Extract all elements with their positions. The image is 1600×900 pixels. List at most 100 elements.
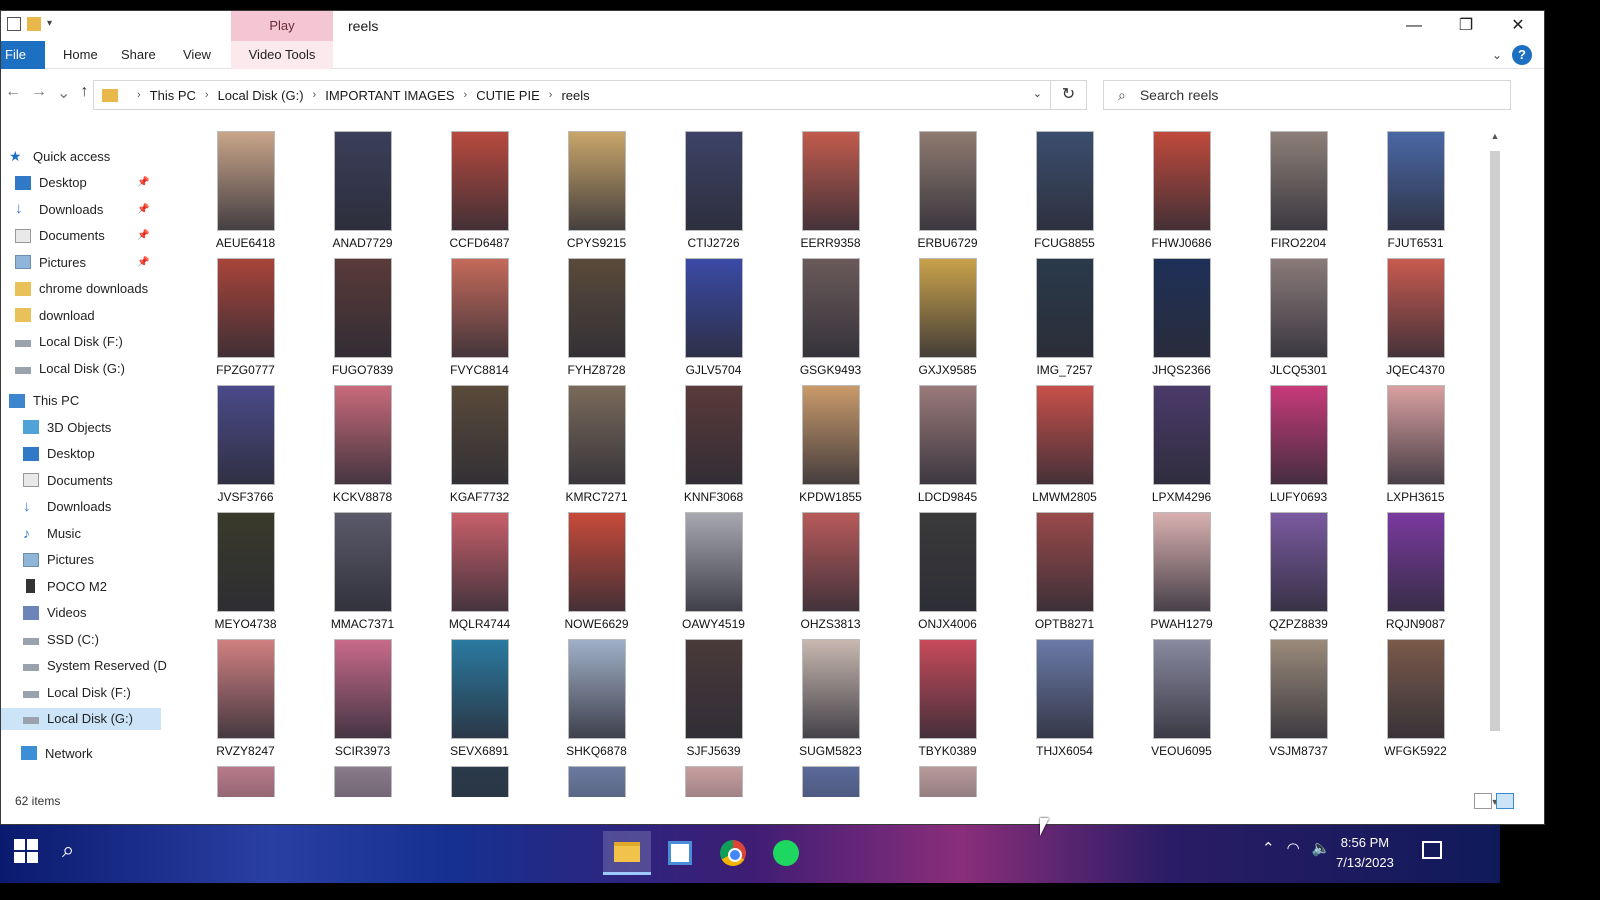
breadcrumb-local-disk-g[interactable]: Local Disk (G:): [218, 88, 304, 103]
address-dropdown-icon[interactable]: ⌄: [1033, 87, 1042, 100]
file-item[interactable]: FVYC8814: [421, 254, 538, 381]
video-thumbnail[interactable]: [1386, 385, 1445, 485]
volume-icon[interactable]: 🔈: [1312, 839, 1331, 857]
nav-item-local-disk-g[interactable]: Local Disk (G:): [1, 707, 161, 730]
video-thumbnail[interactable]: [918, 131, 977, 231]
video-thumbnail[interactable]: [918, 512, 977, 612]
file-item[interactable]: SEVX6891: [421, 635, 538, 762]
file-item[interactable]: LXPH3615: [1357, 381, 1474, 508]
nav-item-pictures[interactable]: Pictures: [1, 549, 94, 571]
file-item[interactable]: MMAC7371: [304, 508, 421, 635]
file-item[interactable]: CPYS9215: [538, 127, 655, 254]
nav-item-system-reserved-d[interactable]: System Reserved (D: [1, 655, 167, 677]
file-item[interactable]: FPZG0777: [187, 254, 304, 381]
file-item[interactable]: ONJX4006: [889, 508, 1006, 635]
tab-share[interactable]: Share: [109, 41, 168, 69]
file-item[interactable]: OPTB8271: [1006, 508, 1123, 635]
video-thumbnail[interactable]: [450, 258, 509, 358]
show-hidden-icons-icon[interactable]: ⌃: [1262, 839, 1275, 857]
video-thumbnail[interactable]: [801, 258, 860, 358]
video-thumbnail[interactable]: [684, 512, 743, 612]
file-item[interactable]: KCKV8878: [304, 381, 421, 508]
video-thumbnail[interactable]: [216, 639, 275, 739]
video-thumbnail[interactable]: [918, 385, 977, 485]
forward-arrow-icon[interactable]: →: [31, 83, 47, 103]
nav-item-download[interactable]: download: [1, 304, 95, 326]
file-item[interactable]: LPXM4296: [1123, 381, 1240, 508]
up-arrow-icon[interactable]: ↑: [80, 83, 88, 103]
file-item[interactable]: SCIR3973: [304, 635, 421, 762]
nav-item-chrome-downloads[interactable]: chrome downloads: [1, 278, 148, 300]
video-thumbnail[interactable]: [801, 512, 860, 612]
nav-item-poco-m2[interactable]: POCO M2: [1, 575, 107, 597]
video-thumbnail[interactable]: [567, 258, 626, 358]
nav-item-desktop[interactable]: Desktop 📌: [1, 172, 149, 194]
large-icons-view-icon[interactable]: [1496, 793, 1514, 809]
file-item[interactable]: RQJN9087: [1357, 508, 1474, 635]
video-thumbnail[interactable]: [216, 385, 275, 485]
video-thumbnail[interactable]: [918, 639, 977, 739]
video-thumbnail[interactable]: [450, 131, 509, 231]
video-thumbnail[interactable]: [450, 385, 509, 485]
file-item[interactable]: SUGM5823: [772, 635, 889, 762]
video-thumbnail[interactable]: [333, 258, 392, 358]
video-thumbnail[interactable]: [1269, 512, 1328, 612]
video-thumbnail[interactable]: [1035, 639, 1094, 739]
properties-icon[interactable]: [7, 17, 21, 31]
file-item[interactable]: AEUE6418: [187, 127, 304, 254]
video-thumbnail[interactable]: [333, 131, 392, 231]
file-item[interactable]: LUFY0693: [1240, 381, 1357, 508]
video-thumbnail[interactable]: [1152, 258, 1211, 358]
video-thumbnail[interactable]: [567, 639, 626, 739]
file-item[interactable]: GJLV5704: [655, 254, 772, 381]
file-item[interactable]: JHQS2366: [1123, 254, 1240, 381]
file-item[interactable]: FCUG8855: [1006, 127, 1123, 254]
nav-item-music[interactable]: ♪ Music: [1, 522, 81, 544]
file-item[interactable]: GXJX9585: [889, 254, 1006, 381]
file-item[interactable]: LDCD9845: [889, 381, 1006, 508]
video-thumbnail[interactable]: [333, 639, 392, 739]
vertical-scrollbar[interactable]: ▲ ▼: [1487, 131, 1503, 811]
file-item[interactable]: NOWE6629: [538, 508, 655, 635]
file-item[interactable]: FIRO2204: [1240, 127, 1357, 254]
search-input[interactable]: [1139, 87, 1460, 103]
file-item[interactable]: TBYK0389: [889, 635, 1006, 762]
file-item[interactable]: JQEC4370: [1357, 254, 1474, 381]
file-item[interactable]: FUGO7839: [304, 254, 421, 381]
file-item[interactable]: THJX6054: [1006, 635, 1123, 762]
video-thumbnail[interactable]: [684, 639, 743, 739]
nav-item-3d-objects[interactable]: 3D Objects: [1, 416, 111, 438]
spotify-taskbar-icon[interactable]: [762, 831, 810, 875]
file-item[interactable]: MEYO4738: [187, 508, 304, 635]
address-bar[interactable]: › This PC › Local Disk (G:) › IMPORTANT …: [93, 80, 1087, 110]
file-item[interactable]: KMRC7271: [538, 381, 655, 508]
restore-button[interactable]: ❐: [1440, 11, 1492, 41]
chevron-right-icon[interactable]: ›: [313, 89, 317, 101]
breadcrumb-reels[interactable]: reels: [561, 88, 589, 103]
nav-item-downloads[interactable]: ↓ Downloads: [1, 496, 111, 518]
video-thumbnail[interactable]: [1386, 258, 1445, 358]
nav-this-pc[interactable]: This PC: [1, 390, 79, 412]
file-item[interactable]: CTIJ2726: [655, 127, 772, 254]
video-thumbnail[interactable]: [1269, 639, 1328, 739]
tab-file[interactable]: File: [1, 41, 45, 69]
file-item[interactable]: KPDW1855: [772, 381, 889, 508]
nav-item-local-disk-g[interactable]: Local Disk (G:): [1, 357, 125, 379]
file-item[interactable]: PWAH1279: [1123, 508, 1240, 635]
search-box[interactable]: ⌕: [1103, 80, 1511, 110]
file-item[interactable]: MQLR4744: [421, 508, 538, 635]
help-icon[interactable]: ?: [1512, 45, 1532, 65]
nav-item-pictures[interactable]: Pictures 📌: [1, 251, 149, 273]
file-item[interactable]: FHWJ0686: [1123, 127, 1240, 254]
file-explorer-taskbar-icon[interactable]: [603, 831, 651, 875]
new-folder-icon[interactable]: [27, 17, 41, 31]
file-item[interactable]: EERR9358: [772, 127, 889, 254]
tab-video-tools[interactable]: Video Tools: [231, 41, 333, 69]
video-thumbnail[interactable]: [801, 385, 860, 485]
nav-item-videos[interactable]: Videos: [1, 602, 87, 624]
nav-item-documents[interactable]: Documents: [1, 469, 113, 491]
file-item[interactable]: WFGK5922: [1357, 635, 1474, 762]
context-tab-play[interactable]: Play: [231, 11, 333, 41]
video-thumbnail[interactable]: [1269, 131, 1328, 231]
video-thumbnail[interactable]: [450, 639, 509, 739]
